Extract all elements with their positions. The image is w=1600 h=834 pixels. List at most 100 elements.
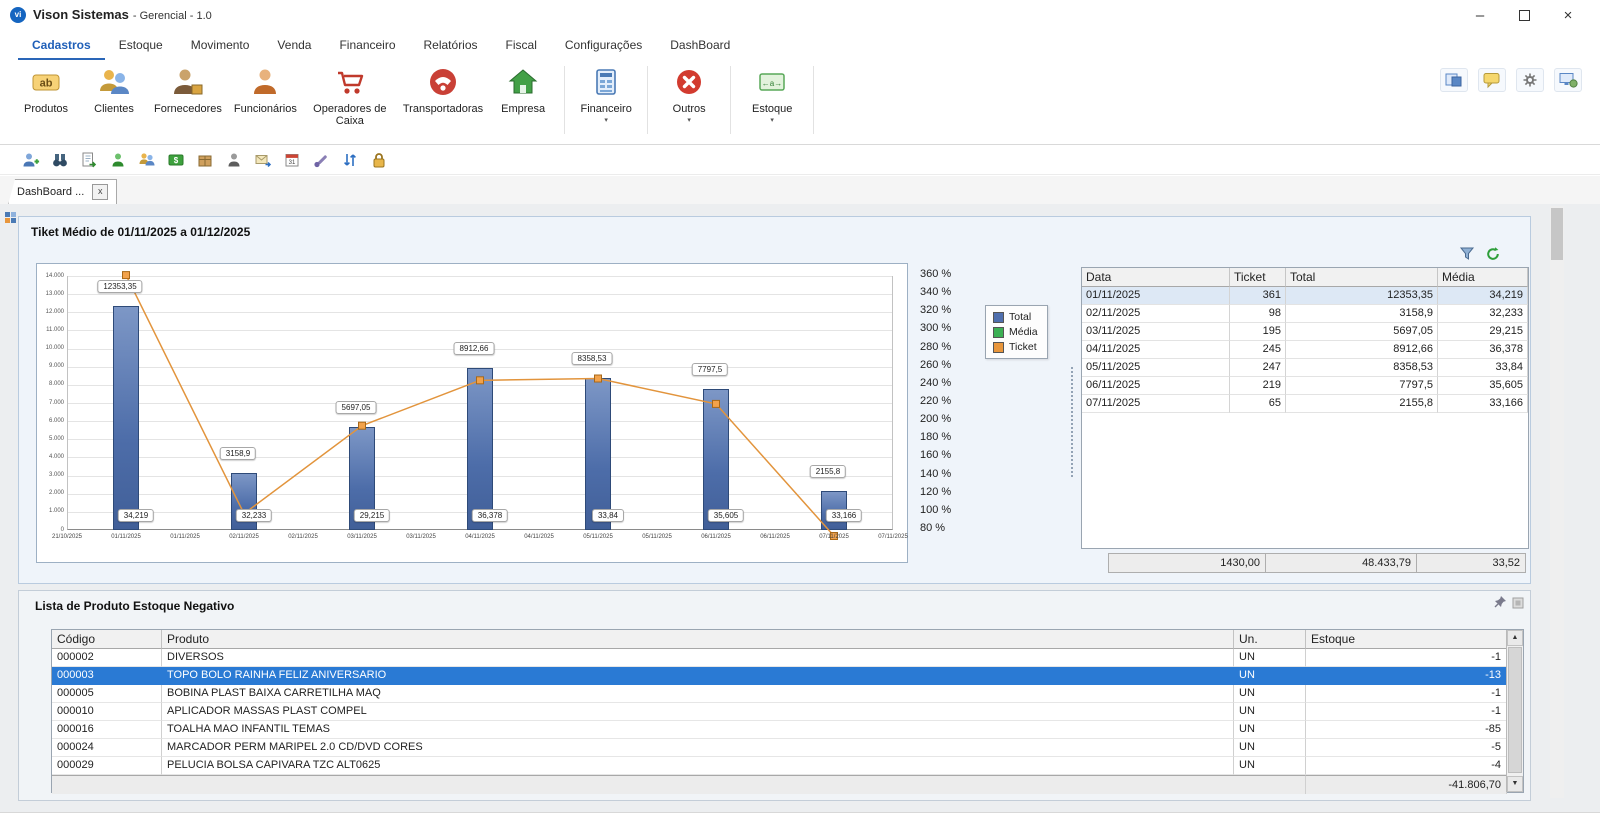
ticket-cell: 247: [1230, 359, 1286, 377]
stock-col-produto[interactable]: Produto: [162, 630, 1234, 649]
scroll-thumb[interactable]: [1508, 647, 1522, 773]
money-icon[interactable]: $: [165, 149, 187, 171]
columns-swap-icon[interactable]: [339, 149, 361, 171]
ribbon-button-operadores-de-caixa[interactable]: Operadores de Caixa: [303, 62, 397, 129]
ribbon-button-estoque[interactable]: ←a→Estoque▾: [738, 62, 806, 127]
stock-row[interactable]: 000003TOPO BOLO RAINHA FELIZ ANIVERSARIO…: [52, 667, 1507, 685]
stock-table: CódigoProdutoUn.Estoque000002DIVERSOSUN-…: [51, 629, 1524, 793]
ribbon-button-funcionarios[interactable]: Funcionários: [228, 62, 303, 117]
panel-options-icon[interactable]: [1512, 596, 1524, 614]
stock-col-un[interactable]: Un.: [1234, 630, 1306, 649]
settings-icon[interactable]: [1516, 68, 1544, 92]
right-axis-label: 280 %: [920, 341, 951, 353]
page-scroll-thumb[interactable]: [1551, 208, 1563, 260]
ticket-row[interactable]: 02/11/2025983158,932,233: [1082, 305, 1528, 323]
ticket-row[interactable]: 05/11/20252478358,5333,84: [1082, 359, 1528, 377]
ribbon-button-financeiro[interactable]: Financeiro▾: [572, 62, 640, 127]
monitor-settings-icon[interactable]: [1554, 68, 1582, 92]
mail-export-icon[interactable]: [252, 149, 274, 171]
ticket-col-total[interactable]: Total: [1286, 268, 1438, 287]
ribbon-button-fornecedores[interactable]: Fornecedores: [148, 62, 228, 117]
menu-tab-relatorios[interactable]: Relatórios: [410, 32, 492, 60]
ticket-col-media[interactable]: Média: [1438, 268, 1528, 287]
finance-icon: [578, 64, 634, 100]
maximize-button[interactable]: [1502, 0, 1546, 30]
package-icon[interactable]: [194, 149, 216, 171]
panel-splitter[interactable]: [1071, 367, 1076, 477]
stock-row[interactable]: 000002DIVERSOSUN-1: [52, 649, 1507, 667]
media-value-label: 35,605: [708, 509, 744, 522]
chat-icon[interactable]: [1478, 68, 1506, 92]
ticket-row[interactable]: 03/11/20251955697,0529,215: [1082, 323, 1528, 341]
stock-cell: 000016: [52, 721, 162, 739]
user-green-icon[interactable]: [107, 149, 129, 171]
ticket-row[interactable]: 06/11/20252197797,535,605: [1082, 377, 1528, 395]
chart-refresh-icon[interactable]: [1484, 245, 1502, 263]
stock-cell: 000029: [52, 757, 162, 775]
ribbon-button-outros[interactable]: Outros▾: [655, 62, 723, 127]
menu-tab-estoque[interactable]: Estoque: [105, 32, 177, 60]
menu-tab-fiscal[interactable]: Fiscal: [492, 32, 551, 60]
ticket-row[interactable]: 07/11/2025652155,833,166: [1082, 395, 1528, 413]
menu-tab-financeiro[interactable]: Financeiro: [325, 32, 409, 60]
stock-row[interactable]: 000024MARCADOR PERM MARIPEL 2.0 CD/DVD C…: [52, 739, 1507, 757]
menu-tab-cadastros[interactable]: Cadastros: [18, 32, 105, 60]
ticket-table: DataTicketTotalMédia01/11/202536112353,3…: [1081, 267, 1529, 549]
tools-icon[interactable]: [310, 149, 332, 171]
ticket-col-ticket[interactable]: Ticket: [1230, 268, 1286, 287]
x-axis-label: 02/11/2025: [229, 534, 259, 540]
layout-grid-icon[interactable]: [5, 212, 17, 224]
minimize-button[interactable]: –: [1458, 0, 1502, 30]
close-button[interactable]: ×: [1546, 0, 1590, 30]
scroll-up-icon[interactable]: ▲: [1507, 630, 1523, 646]
user-dark-icon[interactable]: [223, 149, 245, 171]
pin-icon[interactable]: [1493, 595, 1507, 614]
ribbon-button-transportadoras[interactable]: Transportadoras: [397, 62, 489, 117]
stock-row[interactable]: 000005BOBINA PLAST BAIXA CARRETILHA MAQU…: [52, 685, 1507, 703]
stock-col-codigo[interactable]: Código: [52, 630, 162, 649]
scroll-down-icon[interactable]: ▼: [1507, 776, 1523, 792]
ribbon-button-label: Transportadoras: [403, 103, 483, 115]
ticket-col-data[interactable]: Data: [1082, 268, 1230, 287]
binoculars-icon[interactable]: [49, 149, 71, 171]
right-axis-label: 140 %: [920, 468, 951, 480]
report-export-icon[interactable]: [78, 149, 100, 171]
stock-cell: UN: [1234, 757, 1306, 775]
users-gear-icon[interactable]: [136, 149, 158, 171]
ribbon-button-empresa[interactable]: Empresa: [489, 62, 557, 117]
total-bar: [467, 368, 493, 530]
chart-filter-icon[interactable]: [1458, 245, 1476, 263]
menu-tab-venda[interactable]: Venda: [263, 32, 325, 60]
chevron-down-icon: ▾: [744, 116, 800, 125]
add-user-icon[interactable]: [20, 149, 42, 171]
stock-row[interactable]: 000029PELUCIA BOLSA CAPIVARA TZC ALT0625…: [52, 757, 1507, 775]
stock-cell: UN: [1234, 649, 1306, 667]
stock-scrollbar[interactable]: ▲ ▼: [1506, 630, 1523, 792]
ribbon-button-produtos[interactable]: abProdutos: [12, 62, 80, 117]
stock-row[interactable]: 000016TOALHA MAO INFANTIL TEMASUN-85: [52, 721, 1507, 739]
y-axis-label: 8.000: [37, 381, 64, 388]
ribbon-button-label: Financeiro: [578, 103, 634, 115]
menu-tab-movimento[interactable]: Movimento: [177, 32, 264, 60]
x-axis-label: 05/11/2025: [642, 534, 672, 540]
stock-cell: UN: [1234, 685, 1306, 703]
ticket-cell: 7797,5: [1286, 377, 1438, 395]
ticket-row[interactable]: 04/11/20252458912,6636,378: [1082, 341, 1528, 359]
menu-tab-configuracoes[interactable]: Configurações: [551, 32, 656, 60]
ribbon-button-clientes[interactable]: Clientes: [80, 62, 148, 117]
calendar-icon[interactable]: 31: [281, 149, 303, 171]
ticket-row[interactable]: 01/11/202536112353,3534,219: [1082, 287, 1528, 305]
carriers-icon: [403, 64, 483, 100]
x-axis-label: 07/11/2025: [819, 534, 849, 540]
stock-row[interactable]: 000010APLICADOR MASSAS PLAST COMPELUN-1: [52, 703, 1507, 721]
layout-panels-icon[interactable]: [1440, 68, 1468, 92]
lock-icon[interactable]: [368, 149, 390, 171]
page-scrollbar[interactable]: [1550, 206, 1564, 798]
stock-col-estoque[interactable]: Estoque: [1306, 630, 1507, 649]
ticket-cell: 98: [1230, 305, 1286, 323]
tab-dashboard[interactable]: DashBoard ... x: [8, 179, 117, 205]
menu-tab-dashboard[interactable]: DashBoard: [656, 32, 744, 60]
svg-text:←a→: ←a→: [762, 79, 782, 88]
tab-close-icon[interactable]: x: [92, 184, 108, 200]
y-axis-label: 11.000: [37, 327, 64, 334]
